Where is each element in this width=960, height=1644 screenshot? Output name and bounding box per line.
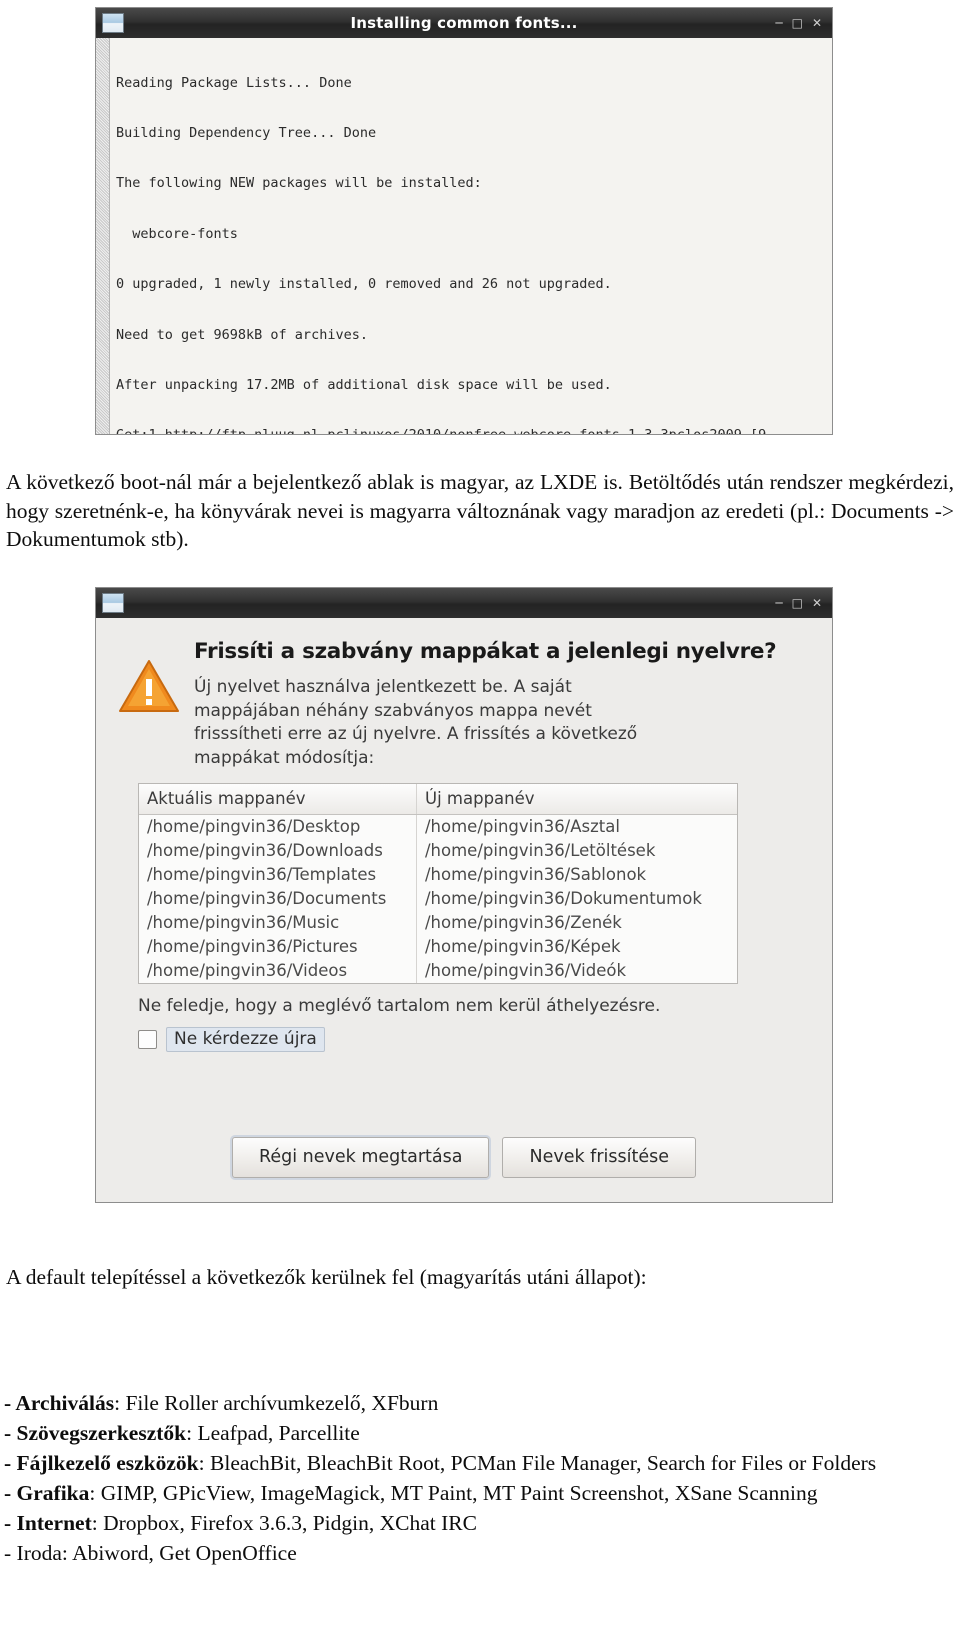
checkbox-label[interactable]: Ne kérdezze újra	[166, 1027, 325, 1052]
list-item-apps: : BleachBit, BleachBit Root, PCMan File …	[198, 1451, 877, 1475]
terminal-window-controls[interactable]: ─ □ ✕	[775, 17, 826, 29]
cell-current-name: /home/pingvin36/Pictures	[139, 935, 417, 959]
cell-current-name: /home/pingvin36/Music	[139, 911, 417, 935]
warning-icon	[118, 636, 180, 770]
list-item-category: - Iroda	[4, 1541, 62, 1565]
table-row[interactable]: /home/pingvin36/Documents /home/pingvin3…	[139, 887, 737, 911]
dialog-button-bar: Régi nevek megtartása Nevek frissítése	[96, 1137, 832, 1178]
terminal-line: After unpacking 17.2MB of additional dis…	[116, 376, 612, 393]
terminal-line: Reading Package Lists... Done	[116, 74, 352, 91]
cell-current-name: /home/pingvin36/Templates	[139, 863, 417, 887]
maximize-icon[interactable]: □	[792, 597, 803, 609]
cell-new-name: /home/pingvin36/Letöltések	[425, 841, 656, 860]
list-item-category: - Grafika	[4, 1481, 90, 1505]
terminal-line: webcore-fonts	[116, 225, 238, 242]
list-item-apps: : Abiword, Get OpenOffice	[61, 1541, 297, 1565]
paragraph-default-install: A default telepítéssel a következők kerü…	[6, 1265, 647, 1289]
list-item-category: - Szövegszerkesztők	[4, 1421, 187, 1445]
terminal-title: Installing common fonts...	[350, 14, 578, 32]
dialog-titlebar[interactable]: ─ □ ✕	[96, 588, 832, 618]
list-item-apps: : Dropbox, Firefox 3.6.3, Pidgin, XChat …	[91, 1511, 477, 1535]
list-item-category: - Fájlkezelő eszközök	[4, 1451, 199, 1475]
keep-old-names-button[interactable]: Régi nevek megtartása	[232, 1137, 490, 1178]
update-names-button[interactable]: Nevek frissítése	[502, 1137, 696, 1178]
list-item: - Iroda: Abiword, Get OpenOffice	[4, 1538, 954, 1568]
table-row[interactable]: /home/pingvin36/Downloads /home/pingvin3…	[139, 839, 737, 863]
dialog-window-controls[interactable]: ─ □ ✕	[775, 597, 826, 609]
cell-new-name: /home/pingvin36/Zenék	[425, 913, 622, 932]
close-icon[interactable]: ✕	[812, 597, 822, 609]
folder-rename-dialog-window: ─ □ ✕ Frissíti a szabvány mappákat a jel…	[96, 588, 832, 1202]
list-item-apps: : Leafpad, Parcellite	[186, 1421, 360, 1445]
terminal-line: Get:1 http://ftp.nluug.nl pclinuxos/2010…	[116, 427, 832, 434]
table-header-row: Aktuális mappanév Új mappanév	[139, 784, 737, 815]
dialog-content: Frissíti a szabvány mappákat a jelenlegi…	[96, 618, 832, 1202]
dialog-heading: Frissíti a szabvány mappákat a jelenlegi…	[194, 639, 777, 664]
dialog-description: Új nyelvet használva jelentkezett be. A …	[194, 677, 638, 768]
terminal-line: 0 upgraded, 1 newly installed, 0 removed…	[116, 276, 612, 293]
terminal-output[interactable]: Reading Package Lists... Done Building D…	[110, 38, 832, 434]
table-row[interactable]: /home/pingvin36/Desktop /home/pingvin36/…	[139, 815, 737, 839]
cell-new-name: /home/pingvin36/Képek	[425, 937, 621, 956]
column-header-current-name[interactable]: Aktuális mappanév	[139, 784, 417, 814]
terminal-window: Installing common fonts... ─ □ ✕ Reading…	[96, 8, 832, 434]
list-item: - Fájlkezelő eszközök: BleachBit, Bleach…	[4, 1448, 954, 1478]
list-item-apps: : File Roller archívumkezelő, XFburn	[114, 1391, 439, 1415]
cell-current-name: /home/pingvin36/Desktop	[139, 815, 417, 839]
folder-rename-table: Aktuális mappanév Új mappanév /home/ping…	[138, 783, 738, 984]
table-row[interactable]: /home/pingvin36/Music /home/pingvin36/Ze…	[139, 911, 737, 935]
list-item-category: - Internet	[4, 1511, 92, 1535]
maximize-icon[interactable]: □	[792, 17, 803, 29]
table-row[interactable]: /home/pingvin36/Templates /home/pingvin3…	[139, 863, 737, 887]
terminal-body: Reading Package Lists... Done Building D…	[96, 38, 832, 434]
window-app-icon	[102, 13, 124, 33]
terminal-titlebar[interactable]: Installing common fonts... ─ □ ✕	[96, 8, 832, 38]
list-item: - Internet: Dropbox, Firefox 3.6.3, Pidg…	[4, 1508, 954, 1538]
cell-current-name: /home/pingvin36/Downloads	[139, 839, 417, 863]
terminal-left-gutter	[96, 38, 110, 434]
minimize-icon[interactable]: ─	[775, 597, 782, 609]
list-item-apps: : GIMP, GPicView, ImageMagick, MT Paint,…	[89, 1481, 818, 1505]
do-not-ask-again-checkbox-row[interactable]: Ne kérdezze újra	[138, 1027, 810, 1052]
list-item: - Archiválás: File Roller archívumkezelő…	[4, 1388, 954, 1418]
checkbox-icon[interactable]	[138, 1030, 157, 1049]
list-item: - Grafika: GIMP, GPicView, ImageMagick, …	[4, 1478, 954, 1508]
terminal-line: Building Dependency Tree... Done	[116, 124, 377, 141]
dialog-text-block: Frissíti a szabvány mappákat a jelenlegi…	[194, 636, 810, 770]
cell-new-name: /home/pingvin36/Sablonok	[425, 865, 647, 884]
cell-new-name: /home/pingvin36/Dokumentumok	[425, 889, 702, 908]
paragraph-boot-description: A következő boot-nál már a bejelentkező …	[6, 470, 954, 551]
close-icon[interactable]: ✕	[812, 17, 822, 29]
dialog-message-area: Frissíti a szabvány mappákat a jelenlegi…	[118, 636, 810, 770]
table-row[interactable]: /home/pingvin36/Videos /home/pingvin36/V…	[139, 959, 737, 983]
table-row[interactable]: /home/pingvin36/Pictures /home/pingvin36…	[139, 935, 737, 959]
dialog-note: Ne feledje, hogy a meglévő tartalom nem …	[138, 996, 661, 1016]
minimize-icon[interactable]: ─	[775, 17, 782, 29]
terminal-line: Need to get 9698kB of archives.	[116, 326, 368, 343]
cell-new-name: /home/pingvin36/Videók	[425, 961, 627, 980]
list-item: - Szövegszerkesztők: Leafpad, Parcellite	[4, 1418, 954, 1448]
software-category-list: - Archiválás: File Roller archívumkezelő…	[4, 1388, 954, 1568]
column-header-new-name[interactable]: Új mappanév	[417, 784, 737, 814]
window-app-icon	[102, 593, 124, 613]
cell-current-name: /home/pingvin36/Documents	[139, 887, 417, 911]
cell-current-name: /home/pingvin36/Videos	[139, 959, 417, 983]
cell-new-name: /home/pingvin36/Asztal	[425, 817, 620, 836]
list-item-category: - Archiválás	[4, 1391, 115, 1415]
terminal-line: The following NEW packages will be insta…	[116, 175, 482, 192]
